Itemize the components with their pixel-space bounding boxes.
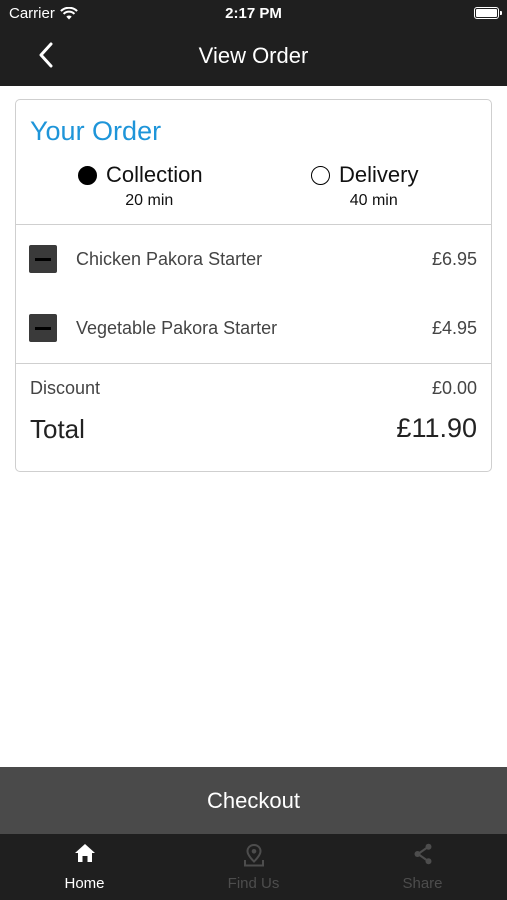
tab-find-us-label: Find Us	[227, 875, 280, 892]
discount-value: £0.00	[431, 378, 477, 398]
tab-share-label: Share	[402, 875, 443, 892]
tab-home[interactable]: Home	[0, 834, 169, 900]
checkout-button[interactable]: Checkout	[0, 767, 507, 834]
order-item-row: Vegetable Pakora Starter £4.95	[16, 309, 491, 349]
remove-item-button[interactable]	[29, 245, 57, 273]
navigation-bar: View Order	[0, 28, 507, 86]
checkout-label: Checkout	[207, 787, 300, 813]
page-title: View Order	[198, 43, 309, 68]
divider	[16, 363, 491, 364]
divider	[16, 224, 491, 225]
remove-item-button[interactable]	[29, 314, 57, 342]
item-price: £6.95	[431, 249, 477, 269]
radio-selected-icon[interactable]	[78, 165, 97, 185]
delivery-option[interactable]: Delivery 40 min	[311, 162, 418, 210]
discount-label: Discount	[30, 378, 101, 398]
status-time: 2:17 PM	[225, 5, 282, 22]
order-card: Your Order Collection 20 min Delivery 40…	[15, 99, 492, 472]
total-value: £11.90	[396, 413, 477, 443]
tab-home-label: Home	[64, 875, 105, 892]
tab-find-us[interactable]: Find Us	[169, 834, 338, 900]
item-name: Chicken Pakora Starter	[76, 249, 263, 269]
home-icon	[74, 844, 95, 862]
delivery-time: 40 min	[349, 192, 398, 209]
order-item-row: Chicken Pakora Starter £6.95	[16, 240, 491, 280]
tab-share[interactable]: Share	[338, 834, 507, 900]
item-name: Vegetable Pakora Starter	[76, 318, 278, 338]
item-price: £4.95	[431, 318, 477, 338]
collection-label: Collection	[106, 162, 203, 187]
tab-bar: Home Find Us Share	[0, 834, 507, 900]
battery-icon	[474, 7, 502, 19]
total-label: Total	[30, 414, 85, 444]
delivery-label: Delivery	[339, 162, 419, 187]
location-pin-icon	[243, 843, 264, 867]
collection-time: 20 min	[125, 192, 174, 209]
radio-unselected-icon[interactable]	[311, 165, 330, 185]
status-bar: Carrier 2:17 PM	[0, 0, 507, 28]
share-icon	[414, 843, 431, 865]
collection-option[interactable]: Collection 20 min	[78, 162, 203, 210]
order-title: Your Order	[30, 116, 162, 146]
